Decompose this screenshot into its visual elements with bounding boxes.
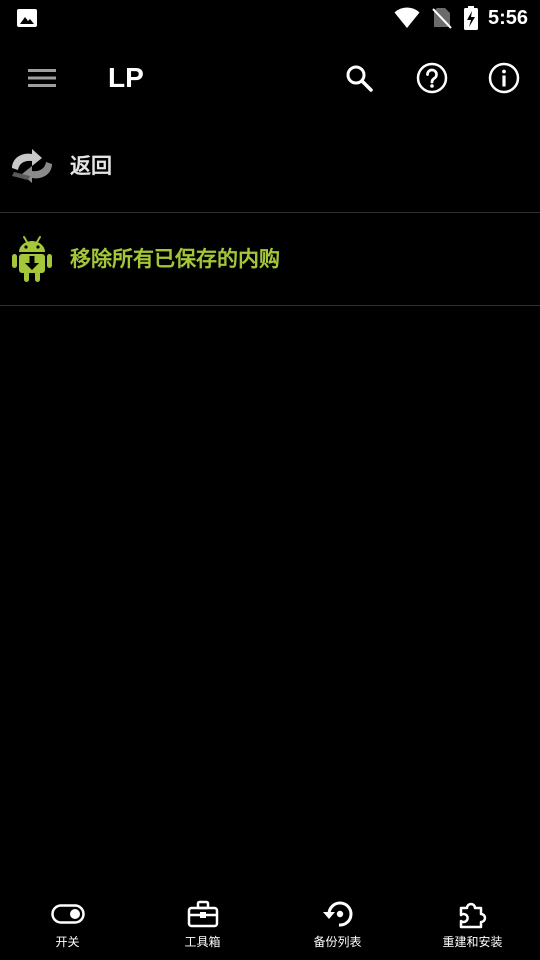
toolbox-icon bbox=[185, 900, 221, 928]
search-button[interactable] bbox=[339, 58, 379, 98]
status-icons: 5:56 bbox=[382, 0, 528, 36]
menu-icon[interactable] bbox=[26, 64, 58, 92]
nav-item-label: 备份列表 bbox=[313, 935, 362, 949]
list-item-remove-saved-purchases[interactable]: 移除所有已保存的内购 bbox=[0, 213, 540, 306]
help-button[interactable] bbox=[412, 58, 452, 98]
back-arrows-icon bbox=[8, 142, 56, 190]
nav-item-label: 工具箱 bbox=[184, 935, 221, 949]
nav-item-label: 重建和安装 bbox=[442, 935, 503, 949]
nav-item-toolbox[interactable]: 工具箱 bbox=[135, 888, 270, 960]
bottom-navigation: 开关 工具箱 备份列表 重建和安装 bbox=[0, 888, 540, 960]
nav-item-rebuild-install[interactable]: 重建和安装 bbox=[405, 888, 540, 960]
info-button[interactable] bbox=[484, 58, 524, 98]
list-item-label: 移除所有已保存的内购 bbox=[70, 247, 280, 271]
nav-item-backup-list[interactable]: 备份列表 bbox=[270, 888, 405, 960]
android-download-icon bbox=[8, 235, 56, 283]
status-bar: 5:56 bbox=[0, 0, 540, 36]
puzzle-icon bbox=[455, 900, 491, 929]
app-bar: LP bbox=[0, 36, 540, 120]
nav-item-label: 开关 bbox=[55, 935, 80, 949]
page-title: LP bbox=[108, 62, 144, 93]
gallery-icon bbox=[17, 9, 37, 27]
nav-item-toggle[interactable]: 开关 bbox=[0, 888, 135, 960]
action-list: 返回 移除所有已保存的内购 bbox=[0, 120, 540, 306]
info-icon bbox=[488, 62, 520, 94]
list-item-label: 返回 bbox=[70, 154, 112, 178]
search-icon bbox=[346, 65, 373, 92]
status-time: 5:56 bbox=[487, 6, 528, 29]
no-sim-icon bbox=[432, 7, 452, 29]
toggle-icon bbox=[50, 900, 86, 928]
list-item-back[interactable]: 返回 bbox=[0, 120, 540, 213]
help-icon bbox=[416, 62, 448, 94]
restore-icon bbox=[320, 900, 356, 928]
wifi-icon bbox=[394, 7, 420, 29]
battery-charging-icon bbox=[463, 6, 478, 30]
